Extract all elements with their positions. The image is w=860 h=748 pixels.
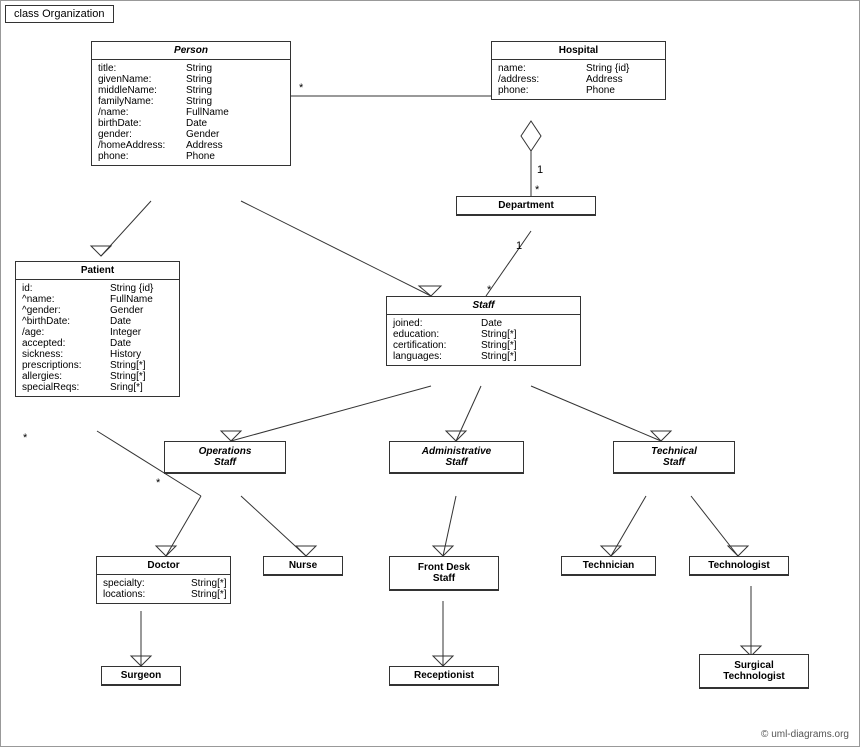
receptionist-header: Receptionist bbox=[390, 667, 498, 685]
person-body: title:String givenName:String middleName… bbox=[92, 60, 290, 165]
patient-class: Patient id:String {id} ^name:FullName ^g… bbox=[15, 261, 180, 397]
operations-staff-class: OperationsStaff bbox=[164, 441, 286, 474]
administrative-staff-header: AdministrativeStaff bbox=[390, 442, 523, 473]
technical-staff-class: TechnicalStaff bbox=[613, 441, 735, 474]
svg-text:1: 1 bbox=[516, 240, 522, 252]
hospital-body: name:String {id} /address:Address phone:… bbox=[492, 60, 665, 99]
department-header: Department bbox=[457, 197, 595, 215]
svg-text:*: * bbox=[23, 432, 28, 444]
svg-text:1: 1 bbox=[537, 164, 543, 176]
surgeon-class: Surgeon bbox=[101, 666, 181, 686]
patient-header: Patient bbox=[16, 262, 179, 280]
department-class: Department bbox=[456, 196, 596, 216]
technologist-header: Technologist bbox=[690, 557, 788, 575]
surgical-technologist-class: SurgicalTechnologist bbox=[699, 654, 809, 689]
surgeon-header: Surgeon bbox=[102, 667, 180, 685]
staff-body: joined:Date education:String[*] certific… bbox=[387, 315, 580, 365]
hospital-class: Hospital name:String {id} /address:Addre… bbox=[491, 41, 666, 100]
diagram-container: class Organization * * 1 * 1 * * * bbox=[0, 0, 860, 747]
surgical-technologist-header: SurgicalTechnologist bbox=[700, 655, 808, 688]
technician-class: Technician bbox=[561, 556, 656, 576]
technician-header: Technician bbox=[562, 557, 655, 575]
front-desk-staff-class: Front DeskStaff bbox=[389, 556, 499, 591]
technical-staff-header: TechnicalStaff bbox=[614, 442, 734, 473]
svg-text:*: * bbox=[156, 477, 161, 489]
operations-staff-header: OperationsStaff bbox=[165, 442, 285, 473]
receptionist-class: Receptionist bbox=[389, 666, 499, 686]
svg-text:*: * bbox=[487, 284, 492, 296]
nurse-header: Nurse bbox=[264, 557, 342, 575]
staff-class: Staff joined:Date education:String[*] ce… bbox=[386, 296, 581, 366]
technologist-class: Technologist bbox=[689, 556, 789, 576]
svg-text:*: * bbox=[299, 82, 304, 94]
patient-body: id:String {id} ^name:FullName ^gender:Ge… bbox=[16, 280, 179, 396]
administrative-staff-class: AdministrativeStaff bbox=[389, 441, 524, 474]
diagram-title: class Organization bbox=[5, 5, 114, 23]
doctor-class: Doctor specialty:String[*] locations:Str… bbox=[96, 556, 231, 604]
hospital-header: Hospital bbox=[492, 42, 665, 60]
svg-text:*: * bbox=[535, 184, 540, 196]
nurse-class: Nurse bbox=[263, 556, 343, 576]
staff-header: Staff bbox=[387, 297, 580, 315]
copyright: © uml-diagrams.org bbox=[761, 729, 849, 740]
front-desk-staff-header: Front DeskStaff bbox=[390, 557, 498, 590]
person-class: Person title:String givenName:String mid… bbox=[91, 41, 291, 166]
person-header: Person bbox=[92, 42, 290, 60]
doctor-header: Doctor bbox=[97, 557, 230, 575]
doctor-body: specialty:String[*] locations:String[*] bbox=[97, 575, 230, 603]
